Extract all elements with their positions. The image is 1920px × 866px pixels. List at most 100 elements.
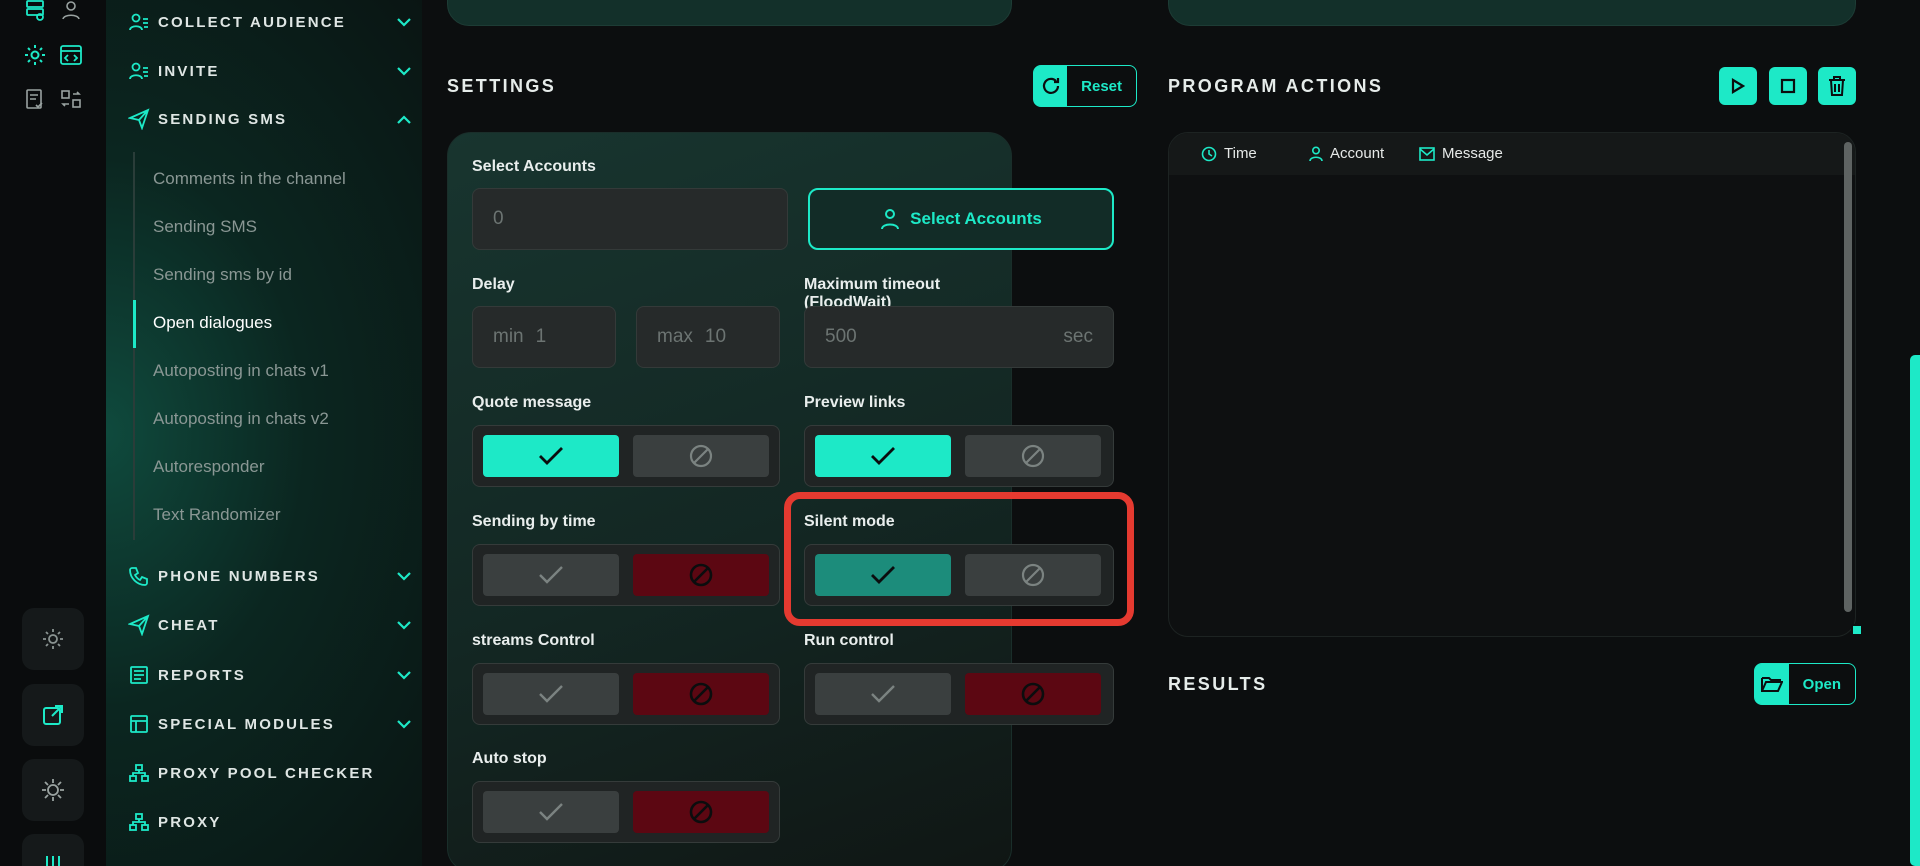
log-table-header: Time Account Message xyxy=(1169,133,1855,175)
sidebar-section-special-modules[interactable]: SPECIAL MODULES xyxy=(128,709,414,739)
network-icon xyxy=(128,811,150,833)
open-results-button[interactable]: Open xyxy=(1754,663,1856,705)
users-icon xyxy=(128,11,150,33)
chevron-up-icon xyxy=(394,109,414,129)
preview-links-on-button[interactable] xyxy=(815,435,951,477)
column-account-label: Account xyxy=(1330,145,1385,162)
database-icon[interactable] xyxy=(21,0,49,24)
checklist-icon[interactable] xyxy=(21,85,49,113)
select-accounts-button[interactable]: Select Accounts xyxy=(808,188,1114,250)
block-icon xyxy=(689,682,713,706)
play-icon xyxy=(1731,78,1745,94)
external-link-icon xyxy=(43,705,63,725)
sidebar-section-cheat[interactable]: CHEAT xyxy=(128,610,414,640)
app-window: COLLECT AUDIENCE INVITE SENDING SMS Comm… xyxy=(0,0,1920,866)
quote-message-off-button[interactable] xyxy=(633,435,769,477)
auto-stop-on-button[interactable] xyxy=(483,791,619,833)
chevron-down-icon xyxy=(394,615,414,635)
user-circle-icon[interactable] xyxy=(57,0,85,24)
program-actions-log[interactable]: Time Account Message xyxy=(1168,132,1856,637)
program-actions-title: PROGRAM ACTIONS xyxy=(1168,76,1384,96)
page-scrollbar[interactable] xyxy=(1910,355,1920,866)
sidebar-section-label: SPECIAL MODULES xyxy=(158,715,335,733)
run-control-off-button[interactable] xyxy=(965,673,1101,715)
sidebar-section-invite[interactable]: INVITE xyxy=(128,56,414,86)
submenu-item[interactable]: Autoposting in chats v1 xyxy=(153,361,329,381)
sidebar-section-sending-sms[interactable]: SENDING SMS xyxy=(128,104,414,134)
delay-max-prefix: max xyxy=(657,326,693,347)
sidebar-section-proxy-pool-checker[interactable]: PROXY POOL CHECKER xyxy=(128,758,414,788)
delete-button[interactable] xyxy=(1818,67,1856,105)
code-window-icon[interactable] xyxy=(57,41,85,69)
preview-links-off-button[interactable] xyxy=(965,435,1101,477)
select-accounts-label: Select Accounts xyxy=(472,158,596,175)
silent-mode-highlight-box xyxy=(784,492,1134,626)
column-account[interactable]: Account xyxy=(1309,145,1384,162)
sidebar-section-reports[interactable]: REPORTS xyxy=(128,660,414,690)
delay-label: Delay xyxy=(472,276,515,293)
submenu-item[interactable]: Autoposting in chats v2 xyxy=(153,409,329,429)
log-scrollbar[interactable] xyxy=(1844,142,1852,612)
gear-icon[interactable] xyxy=(21,41,49,69)
submenu-item[interactable]: Sending sms by id xyxy=(153,265,292,285)
sidebar-section-phone-numbers[interactable]: PHONE NUMBERS xyxy=(128,561,414,591)
streams-control-off-button[interactable] xyxy=(633,673,769,715)
accounts-count-field[interactable]: 0 xyxy=(472,188,788,250)
sending-by-time-on-button[interactable] xyxy=(483,554,619,596)
mail-icon xyxy=(1419,146,1435,161)
sidebar-section-proxy[interactable]: PROXY xyxy=(128,807,414,837)
check-icon xyxy=(871,447,895,465)
submenu-item[interactable]: Autoresponder xyxy=(153,457,265,477)
chevron-down-icon xyxy=(394,12,414,32)
sun-icon xyxy=(42,779,64,801)
submenu-item[interactable]: Comments in the channel xyxy=(153,169,346,189)
quote-message-on-button[interactable] xyxy=(483,435,619,477)
trash-icon xyxy=(1829,76,1845,96)
delay-min-field[interactable]: min 1 xyxy=(472,306,616,368)
theme-toggle-button[interactable] xyxy=(22,759,84,821)
submenu-item[interactable]: Text Randomizer xyxy=(153,505,281,525)
network-icon xyxy=(128,762,150,784)
sliders-button[interactable] xyxy=(22,834,84,866)
sidebar: COLLECT AUDIENCE INVITE SENDING SMS Comm… xyxy=(106,0,422,866)
phone-icon xyxy=(128,565,150,587)
sidebar-section-collect-audience[interactable]: COLLECT AUDIENCE xyxy=(128,7,414,37)
sending-by-time-toggle xyxy=(472,544,780,606)
sidebar-section-label: SENDING SMS xyxy=(158,110,288,128)
open-label: Open xyxy=(1802,675,1841,693)
block-icon xyxy=(1021,682,1045,706)
submenu-active-indicator xyxy=(133,300,136,348)
auto-stop-toggle xyxy=(472,781,780,843)
column-message-label: Message xyxy=(1442,145,1503,162)
sidebar-section-label: CHEAT xyxy=(158,616,220,634)
auto-stop-off-button[interactable] xyxy=(633,791,769,833)
streams-control-on-button[interactable] xyxy=(483,673,619,715)
play-button[interactable] xyxy=(1719,67,1757,105)
sending-by-time-off-button[interactable] xyxy=(633,554,769,596)
stop-button[interactable] xyxy=(1769,67,1807,105)
run-control-on-button[interactable] xyxy=(815,673,951,715)
max-timeout-field[interactable]: 500 sec xyxy=(804,306,1114,368)
icon-rail xyxy=(0,0,106,866)
column-message[interactable]: Message xyxy=(1419,145,1503,162)
block-icon xyxy=(689,800,713,824)
submenu-item-active[interactable]: Open dialogues xyxy=(153,313,272,333)
resize-handle[interactable] xyxy=(1851,624,1863,636)
sidebar-section-label: PHONE NUMBERS xyxy=(158,567,320,585)
column-time[interactable]: Time xyxy=(1201,145,1257,162)
select-accounts-button-label: Select Accounts xyxy=(910,209,1042,228)
submenu-item[interactable]: Sending SMS xyxy=(153,217,257,237)
swap-icon[interactable] xyxy=(57,85,85,113)
send-plus-icon xyxy=(128,614,150,636)
reset-button[interactable]: Reset xyxy=(1033,65,1137,107)
gear-icon xyxy=(43,629,63,649)
external-link-button[interactable] xyxy=(22,684,84,746)
settings-button[interactable] xyxy=(22,608,84,670)
quote-message-label: Quote message xyxy=(472,394,592,411)
sliders-icon xyxy=(46,856,60,866)
sidebar-section-label: PROXY xyxy=(158,813,222,831)
delay-max-field[interactable]: max 10 xyxy=(636,306,780,368)
auto-stop-label: Auto stop xyxy=(472,750,547,767)
chevron-down-icon xyxy=(394,566,414,586)
block-icon xyxy=(1021,444,1045,468)
